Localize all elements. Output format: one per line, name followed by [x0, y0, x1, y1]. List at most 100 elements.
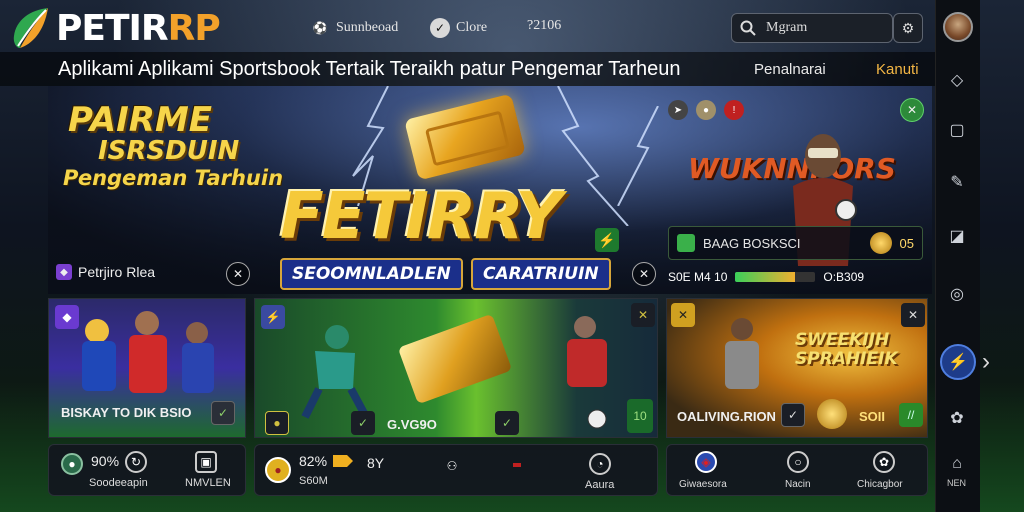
check-icon: ✓ — [495, 411, 519, 435]
team-icon[interactable]: ⚇ — [441, 455, 463, 477]
header-nav-sportsbook[interactable]: ⚽ Sunnbeoad — [310, 18, 399, 38]
check-icon: ✓ — [351, 411, 375, 435]
stats-panel-1: ● 90% ↻ Soodeeapin ▣ NMVLEN — [48, 444, 246, 496]
player-illustration — [567, 316, 607, 429]
tag-icon: ◆ — [56, 264, 72, 280]
promo-title-3: Pengeman Tarhuin — [63, 166, 284, 190]
settings-icon[interactable]: ✿ — [873, 451, 895, 473]
sport-icon: ✕ — [671, 303, 695, 327]
header-nav-clore-label: Clore — [456, 20, 488, 35]
hero-banner[interactable]: PAIRME ISRSDUIN Pengeman Tarhuin FETIRRY… — [48, 86, 932, 294]
hero-tag-label: Petrjiro Rlea — [78, 264, 156, 280]
bag-icon[interactable]: ▣ — [195, 451, 217, 473]
search-icon[interactable]: ○ — [787, 451, 809, 473]
player-illustration — [301, 325, 369, 419]
odds-value: 05 — [899, 235, 914, 251]
card-spin-promo[interactable]: SWEEKIJH SPRAHIEIK ✕ ✕ OALIVING.RION ✓ S… — [666, 298, 928, 438]
check-icon[interactable]: ✓ — [211, 401, 235, 425]
filter-button[interactable]: ⚙ — [893, 13, 923, 43]
hero-brand-title: FETIRRY — [280, 180, 562, 254]
odds-progress-fill — [735, 272, 796, 282]
hero-download-chip[interactable]: SEOOMNLADLEN — [280, 258, 463, 290]
filter-icon: ⚙ — [901, 19, 915, 36]
close-icon[interactable]: ✕ — [901, 303, 925, 327]
card-soccer-players[interactable]: ◆ BISKAY TO DIK BSIO ✓ — [48, 298, 246, 438]
search-input[interactable]: Mgram — [766, 20, 807, 36]
tagline-text: Aplikami Aplikami Sportsbook Tertaik Ter… — [58, 58, 681, 80]
stat-label: NMVLEN — [185, 477, 231, 489]
tagline-link-penalnarai[interactable]: Penalnarai — [754, 61, 826, 78]
check-icon[interactable]: ✓ — [781, 403, 805, 427]
sport-icon[interactable]: ✕ — [631, 303, 655, 327]
search-icon — [740, 20, 756, 36]
header-counter: ?2106 — [527, 18, 561, 34]
home-icon[interactable]: ⌂ — [945, 452, 969, 476]
hero-tag[interactable]: ◆ Petrjiro Rlea — [56, 264, 155, 280]
card-label: BISKAY TO DIK BSIO — [61, 405, 192, 420]
stat-label: Chicagbor — [857, 479, 903, 490]
refresh-icon[interactable]: ↻ — [125, 451, 147, 473]
stats-panel-3: ◈ Giwaesora ○ Nacin ✿ Chicagbor — [666, 444, 928, 496]
close-icon[interactable]: ✕ — [632, 262, 656, 286]
promo-title-1: PAIRME — [68, 100, 213, 140]
alert-icon[interactable]: ! — [724, 100, 744, 120]
chevron-right-icon[interactable]: › — [982, 348, 990, 376]
header-nav-sportsbook-label: Sunnbeoad — [336, 20, 399, 35]
close-icon[interactable]: ✕ — [900, 98, 924, 122]
settings-icon[interactable]: ✿ — [945, 406, 969, 430]
pencil-icon[interactable]: ◪ — [945, 224, 969, 248]
odds-panel[interactable]: BAAG BOSKSCI 05 — [668, 226, 923, 260]
sport-icon: // — [899, 403, 923, 427]
coin-icon[interactable]: ● — [696, 100, 716, 120]
send-icon[interactable]: ➤ — [668, 100, 688, 120]
sport-icon[interactable]: ⚡ — [595, 228, 619, 252]
lightning-graphic — [617, 106, 659, 206]
rail-bottom-label: NEN — [947, 478, 967, 488]
stat-value: 82% — [299, 453, 328, 469]
close-icon[interactable]: ✕ — [226, 262, 250, 286]
top-header: PETIRRP ⚽ Sunnbeoad ✓ Clore ?2106 Mgram … — [0, 0, 935, 52]
tagline-link-kanuti[interactable]: Kanuti — [876, 61, 919, 78]
card-football-action[interactable]: ⚡ ● ✓ G.VG9O ✓ ✕ 10 — [254, 298, 658, 438]
stat-label: Aaura — [585, 479, 615, 491]
hero-action-icons: ➤ ● ! — [668, 100, 744, 120]
soccer-icon: ⚽ — [312, 20, 328, 35]
edit-icon[interactable]: ✎ — [945, 170, 969, 194]
header-nav-clore[interactable]: ✓ Clore — [430, 18, 487, 38]
stats-panel-2: ● 82% S60M 8Y ⚇ ◔ Aaura — [254, 444, 658, 496]
tagline-bar: Aplikami Aplikami Sportsbook Tertaik Ter… — [0, 52, 935, 86]
card-score: 10 — [633, 409, 647, 423]
coin-icon: ● — [265, 457, 291, 483]
card-promo-title: SWEEKIJH SPRAHIEIK — [795, 330, 898, 369]
chat-icon[interactable]: ◇ — [945, 68, 969, 92]
stat-label: Nacin — [785, 479, 811, 490]
message-icon[interactable]: ▢ — [945, 118, 969, 142]
coin-icon: ● — [265, 411, 289, 435]
sport-icon[interactable]: ⚡ — [940, 344, 976, 380]
odds-bar-right: O:B309 — [823, 270, 865, 284]
card-score-badge: 10 — [627, 399, 653, 433]
odds-bar-left: S0E M4 10 — [668, 270, 728, 284]
logo-leaf-icon — [13, 8, 49, 48]
header-counter-label: ?2106 — [527, 18, 562, 33]
brand-name-a: PETIR — [56, 8, 169, 49]
tag-icon: ◆ — [55, 305, 79, 329]
basketball-icon[interactable]: ◎ — [945, 282, 969, 306]
odds-progress-bar — [735, 272, 816, 282]
stat-sub: S60M — [299, 475, 328, 487]
hero-category-chip[interactable]: CARATRIUIN — [471, 258, 611, 290]
arrow-icon — [333, 455, 353, 467]
promo-title-2: ISRSDUIN — [98, 136, 240, 166]
odds-bar-row: S0E M4 10 O:B309 — [668, 266, 923, 288]
stat-value: 90% — [91, 453, 120, 469]
avatar[interactable] — [943, 12, 973, 42]
brand-name-b: RP — [167, 8, 221, 49]
divider-mark — [513, 463, 521, 467]
brand-logo[interactable]: PETIRRP — [56, 8, 221, 49]
shield-icon[interactable]: ◈ — [695, 451, 717, 473]
card-value: SOII — [859, 409, 886, 424]
soccer-icon: ● — [61, 453, 83, 475]
search-box[interactable]: Mgram — [731, 13, 893, 43]
coin-icon — [817, 399, 847, 429]
clock-icon[interactable]: ◔ — [589, 453, 611, 475]
